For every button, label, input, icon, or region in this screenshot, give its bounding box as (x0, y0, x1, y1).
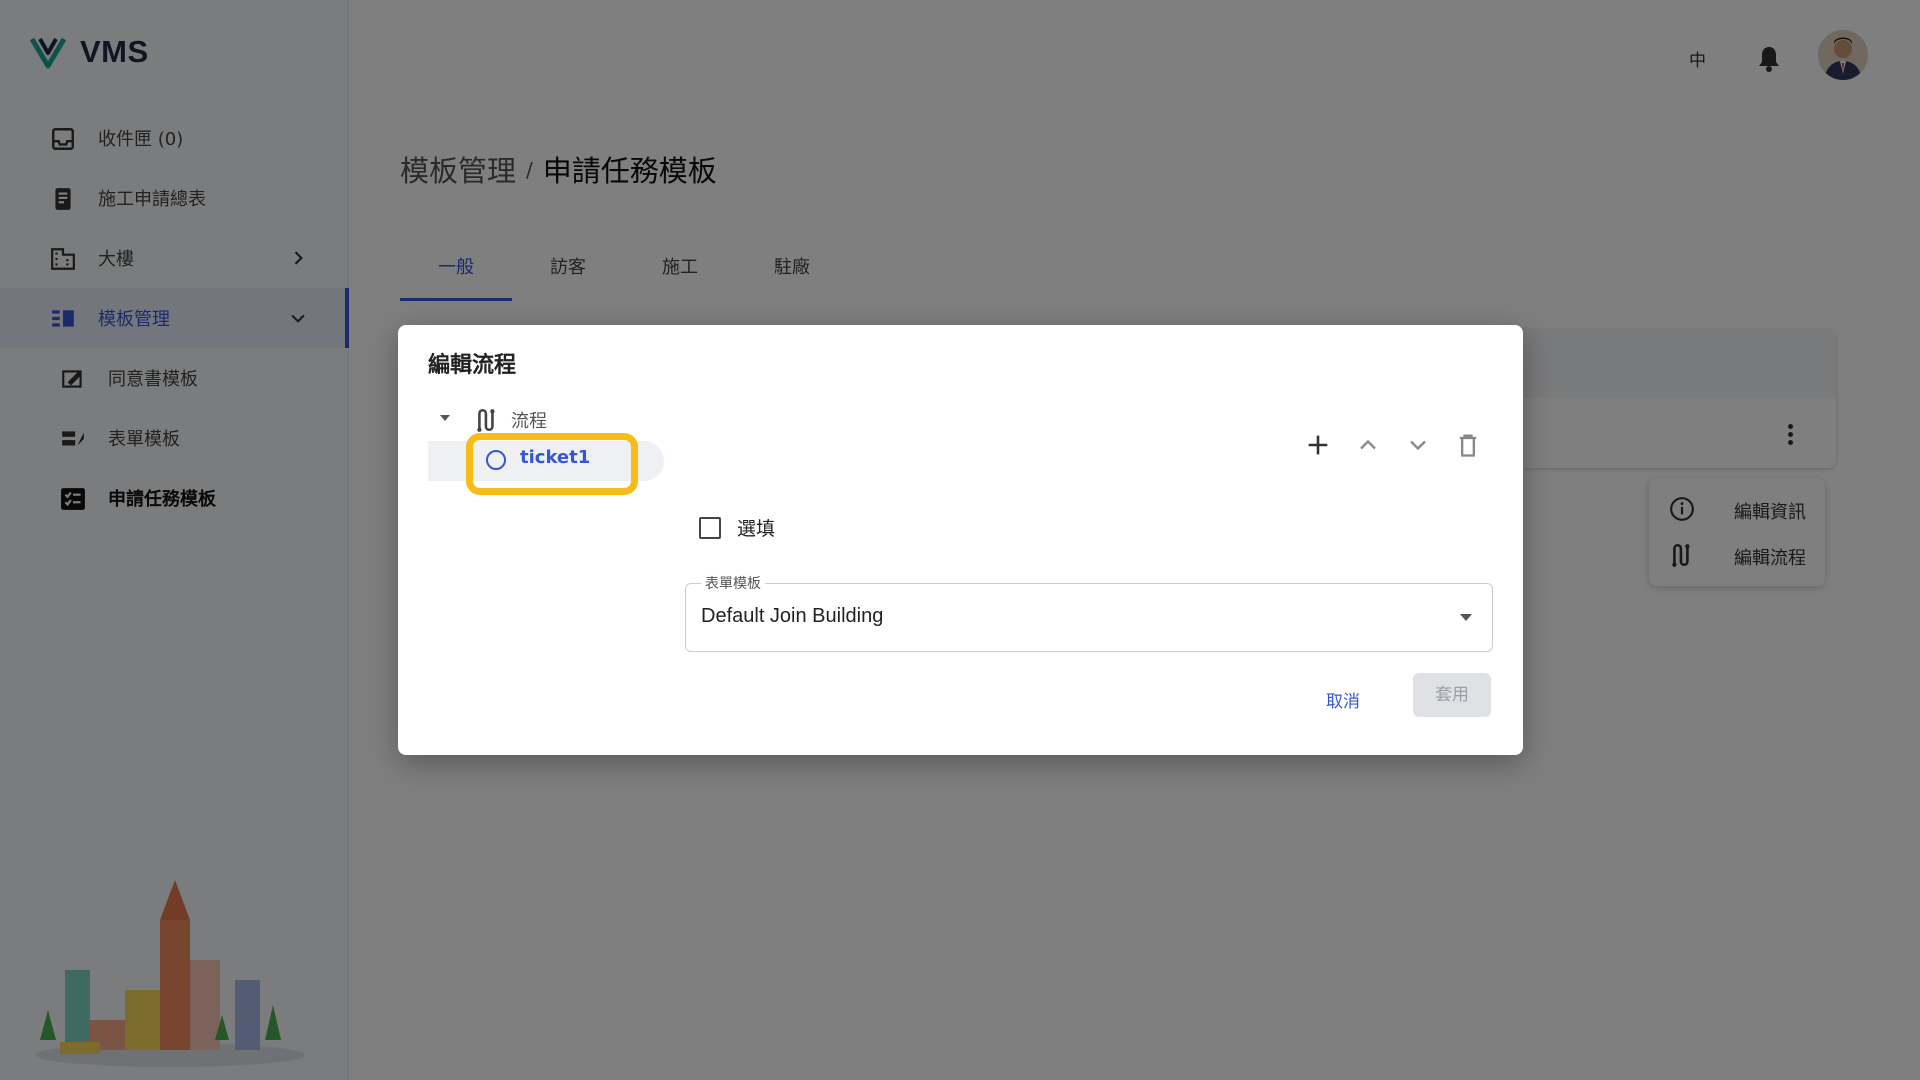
optional-checkbox[interactable] (699, 517, 721, 539)
edit-flow-dialog: 編輯流程 流程 ticket1 選填 表單模板 Default Join Bui… (398, 325, 1523, 755)
delete-icon[interactable] (1454, 431, 1482, 459)
apply-button[interactable]: 套用 (1413, 673, 1491, 717)
form-template-value[interactable]: Default Join Building (701, 605, 883, 628)
tree-root-label[interactable]: 流程 (511, 407, 547, 433)
chevron-up-icon[interactable] (1354, 431, 1382, 459)
optional-checkbox-label[interactable]: 選填 (737, 514, 775, 541)
dialog-title: 編輯流程 (428, 353, 517, 378)
chevron-down-icon[interactable] (1404, 431, 1432, 459)
node-circle-icon (486, 450, 506, 470)
tree-node-ticket[interactable]: ticket1 (520, 447, 590, 468)
dropdown-arrow-icon[interactable] (1460, 614, 1472, 621)
tree-collapse-caret-icon[interactable] (440, 415, 450, 421)
flow-icon (477, 409, 495, 432)
cancel-button[interactable]: 取消 (1308, 683, 1378, 721)
add-icon[interactable] (1304, 431, 1332, 459)
form-template-label: 表單模板 (701, 573, 765, 593)
